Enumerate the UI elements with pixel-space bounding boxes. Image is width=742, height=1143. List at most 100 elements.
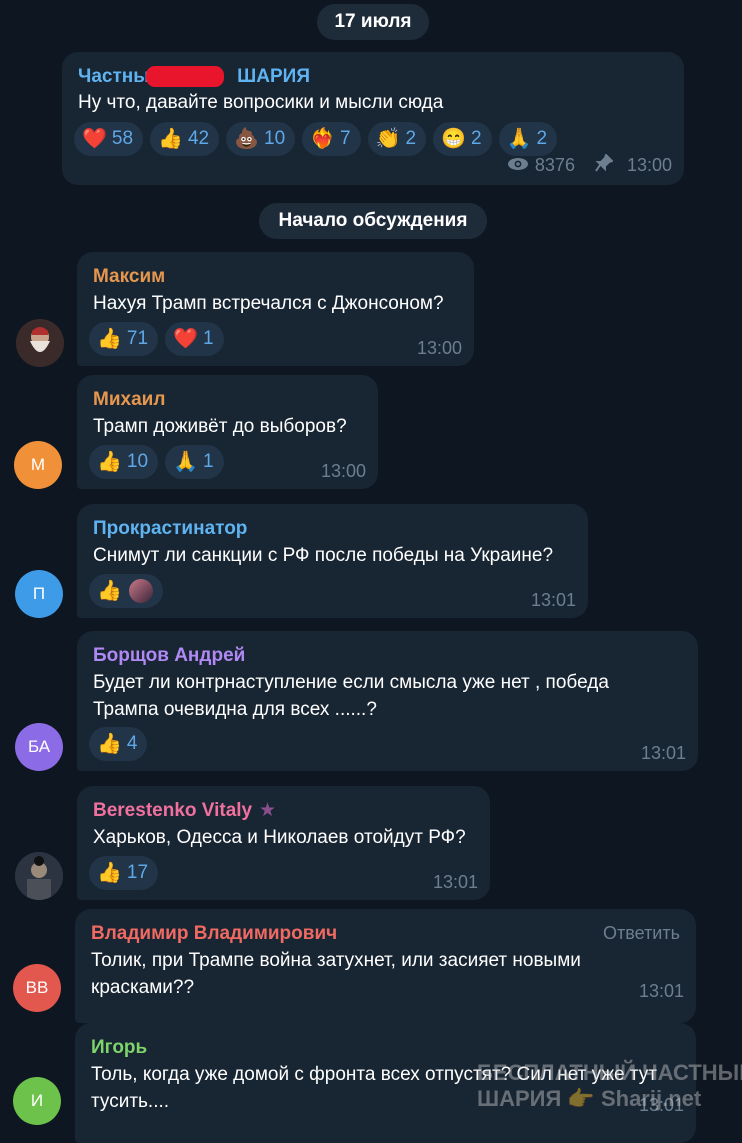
comment-reactions: 👍 bbox=[89, 574, 163, 608]
comment-text-line: Будет ли контрнаступление если смысла уж… bbox=[93, 672, 609, 693]
comment-bubble[interactable]: Владимир Владимирович Толик, при Трампе в… bbox=[75, 909, 696, 1023]
comment-sender[interactable]: Berestenko Vitaly bbox=[93, 800, 252, 822]
reaction-count: 71 bbox=[126, 328, 149, 349]
comment-text-line: Толик, при Трампе война затухнет, или за… bbox=[91, 950, 581, 971]
reaction-emoji: 🙏 bbox=[173, 451, 198, 473]
comment-reactions: 👍 4 bbox=[89, 727, 148, 761]
comment-time: 13:00 bbox=[320, 461, 366, 481]
reaction-emoji: ❤️ bbox=[173, 328, 198, 350]
reaction-chip[interactable]: ❤️ 1 bbox=[165, 322, 224, 356]
reaction-chip[interactable]: 👍 71 bbox=[89, 322, 159, 356]
comment-bubble[interactable]: Прокрастинатор Снимут ли санкции с РФ пос… bbox=[77, 504, 588, 618]
premium-star-icon: ★ bbox=[259, 800, 277, 821]
reaction-count: 2 bbox=[536, 128, 548, 149]
views-count: 8376 bbox=[534, 155, 575, 175]
reaction-emoji: ❤️‍🔥 bbox=[310, 128, 336, 150]
reply-button[interactable]: Ответить bbox=[603, 923, 680, 944]
comment-text-line: Нахуя Трамп встречался с Джонсоном? bbox=[93, 293, 444, 314]
comment-reactions: 👍 71 ❤️ 1 bbox=[89, 322, 224, 356]
comment-bubble[interactable]: Борщов Андрей Будет ли контрнаступление е… bbox=[77, 631, 698, 771]
reactor-avatar bbox=[128, 579, 153, 603]
reaction-emoji: 👍 bbox=[97, 580, 122, 602]
watermark: БЕСПЛАТНЫЙ ЧАСТНЫЙ ШАРИЯ 👉 Sharij.net bbox=[477, 1060, 742, 1112]
comment-text-line: Трамп доживёт до выборов? bbox=[93, 416, 347, 437]
reaction-chip[interactable]: 🙏 1 bbox=[165, 445, 224, 479]
comment-text-line: Трампа очевидна для всех ......? bbox=[93, 699, 377, 720]
reaction-count: 1 bbox=[202, 328, 214, 349]
reaction-count: 1 bbox=[202, 451, 214, 472]
comment-time: 13:01 bbox=[638, 981, 684, 1001]
user-avatar[interactable]: М bbox=[14, 441, 62, 489]
reaction-chip[interactable]: 😁 2 bbox=[433, 122, 492, 156]
reaction-chip[interactable]: 💩 10 bbox=[226, 122, 296, 156]
date-separator: 17 июля bbox=[317, 4, 429, 40]
comment-bubble[interactable]: Berestenko Vitaly ★ Харьков, Одесса и Нико… bbox=[77, 786, 490, 900]
pin-icon bbox=[595, 153, 614, 177]
reaction-emoji: 🙏 bbox=[506, 128, 532, 150]
redaction-mark bbox=[146, 66, 224, 87]
discussion-start-separator: Начало обсуждения bbox=[259, 203, 487, 239]
watermark-line1: БЕСПЛАТНЫЙ ЧАСТНЫЙ bbox=[477, 1060, 742, 1085]
reaction-count: 4 bbox=[126, 733, 138, 754]
watermark-site: Sharij.net bbox=[600, 1086, 702, 1111]
user-avatar[interactable]: БА bbox=[15, 723, 63, 771]
post-reactions: ❤️ 58 👍 42 💩 10 ❤️‍🔥 7 👏 2 😁 2 🙏 2 bbox=[74, 122, 558, 156]
comment-bubble[interactable]: Максим Нахуя Трамп встречался с Джонсоном… bbox=[77, 252, 474, 366]
reaction-count: 17 bbox=[126, 862, 149, 883]
reaction-count: 7 bbox=[340, 128, 351, 149]
reaction-count: 58 bbox=[111, 128, 134, 149]
reaction-chip[interactable]: ❤️ 58 bbox=[74, 122, 144, 156]
reaction-emoji: 👍 bbox=[97, 328, 122, 350]
reaction-chip[interactable]: 👍 10 bbox=[89, 445, 159, 479]
reaction-chip[interactable]: 👍 17 bbox=[89, 856, 159, 890]
comment-sender[interactable]: Прокрастинатор bbox=[93, 518, 247, 540]
reaction-emoji: ❤️ bbox=[82, 128, 107, 150]
post-time: 13:00 bbox=[626, 155, 672, 175]
reaction-emoji: 👍 bbox=[158, 128, 183, 150]
comment-sender[interactable]: Максим bbox=[93, 266, 165, 288]
comment-text-line: Снимут ли санкции с РФ после победы на У… bbox=[93, 545, 554, 566]
comment-sender[interactable]: Игорь bbox=[91, 1037, 147, 1059]
pointing-hand-icon: 👉 bbox=[567, 1086, 595, 1111]
reaction-chip[interactable]: 👍 bbox=[89, 574, 163, 608]
reaction-emoji: 💩 bbox=[234, 128, 259, 150]
reaction-emoji: 😁 bbox=[441, 128, 467, 150]
post-text: Ну что, давайте вопросики и мысли сюда bbox=[78, 92, 444, 113]
watermark-line2: ШАРИЯ bbox=[477, 1086, 562, 1111]
reaction-emoji: 👍 bbox=[97, 862, 122, 884]
user-avatar[interactable]: П bbox=[15, 570, 63, 618]
comment-text-line: тусить.... bbox=[91, 1091, 170, 1112]
reaction-emoji: 👍 bbox=[97, 733, 122, 755]
reaction-count: 10 bbox=[264, 128, 286, 149]
comment-time: 13:00 bbox=[416, 338, 462, 358]
reaction-count: 2 bbox=[405, 128, 417, 149]
user-avatar[interactable] bbox=[15, 852, 63, 900]
reaction-chip[interactable]: 🙏 2 bbox=[498, 122, 558, 156]
comment-time: 13:01 bbox=[640, 743, 686, 763]
reaction-count: 10 bbox=[126, 451, 149, 472]
user-avatar[interactable] bbox=[16, 319, 64, 367]
comment-text-line: Харьков, Одесса и Николаев отойдут РФ? bbox=[93, 827, 466, 848]
comment-sender[interactable]: Борщов Андрей bbox=[93, 645, 245, 667]
comment-sender[interactable]: Михаил bbox=[93, 389, 165, 411]
reaction-count: 2 bbox=[471, 128, 482, 149]
reaction-chip[interactable]: 👍 42 bbox=[150, 122, 220, 156]
user-avatar[interactable]: ВВ bbox=[13, 964, 61, 1012]
reaction-emoji: 👏 bbox=[375, 128, 401, 150]
comment-time: 13:01 bbox=[530, 590, 576, 610]
comment-time: 13:01 bbox=[432, 872, 478, 892]
comment-bubble[interactable]: Михаил Трамп доживёт до выборов? 👍 10 🙏 1 13:0… bbox=[77, 375, 378, 489]
reaction-chip[interactable]: ❤️‍🔥 7 bbox=[302, 122, 361, 156]
reaction-chip[interactable]: 👍 4 bbox=[89, 727, 148, 761]
comment-reactions: 👍 10 🙏 1 bbox=[89, 445, 224, 479]
comment-sender[interactable]: Владимир Владимирович bbox=[91, 923, 337, 945]
post-meta: 8376 13:00 bbox=[507, 153, 672, 177]
reaction-chip[interactable]: 👏 2 bbox=[367, 122, 427, 156]
channel-post[interactable]: Частный ШАРИЯ Ну что, давайте вопросики и… bbox=[62, 52, 684, 185]
comment-text-line: красками?? bbox=[91, 977, 195, 998]
reaction-emoji: 👍 bbox=[97, 451, 122, 473]
comment-reactions: 👍 17 bbox=[89, 856, 159, 890]
reaction-count: 42 bbox=[187, 128, 210, 149]
eye-icon bbox=[507, 155, 529, 176]
user-avatar[interactable]: И bbox=[13, 1077, 61, 1125]
